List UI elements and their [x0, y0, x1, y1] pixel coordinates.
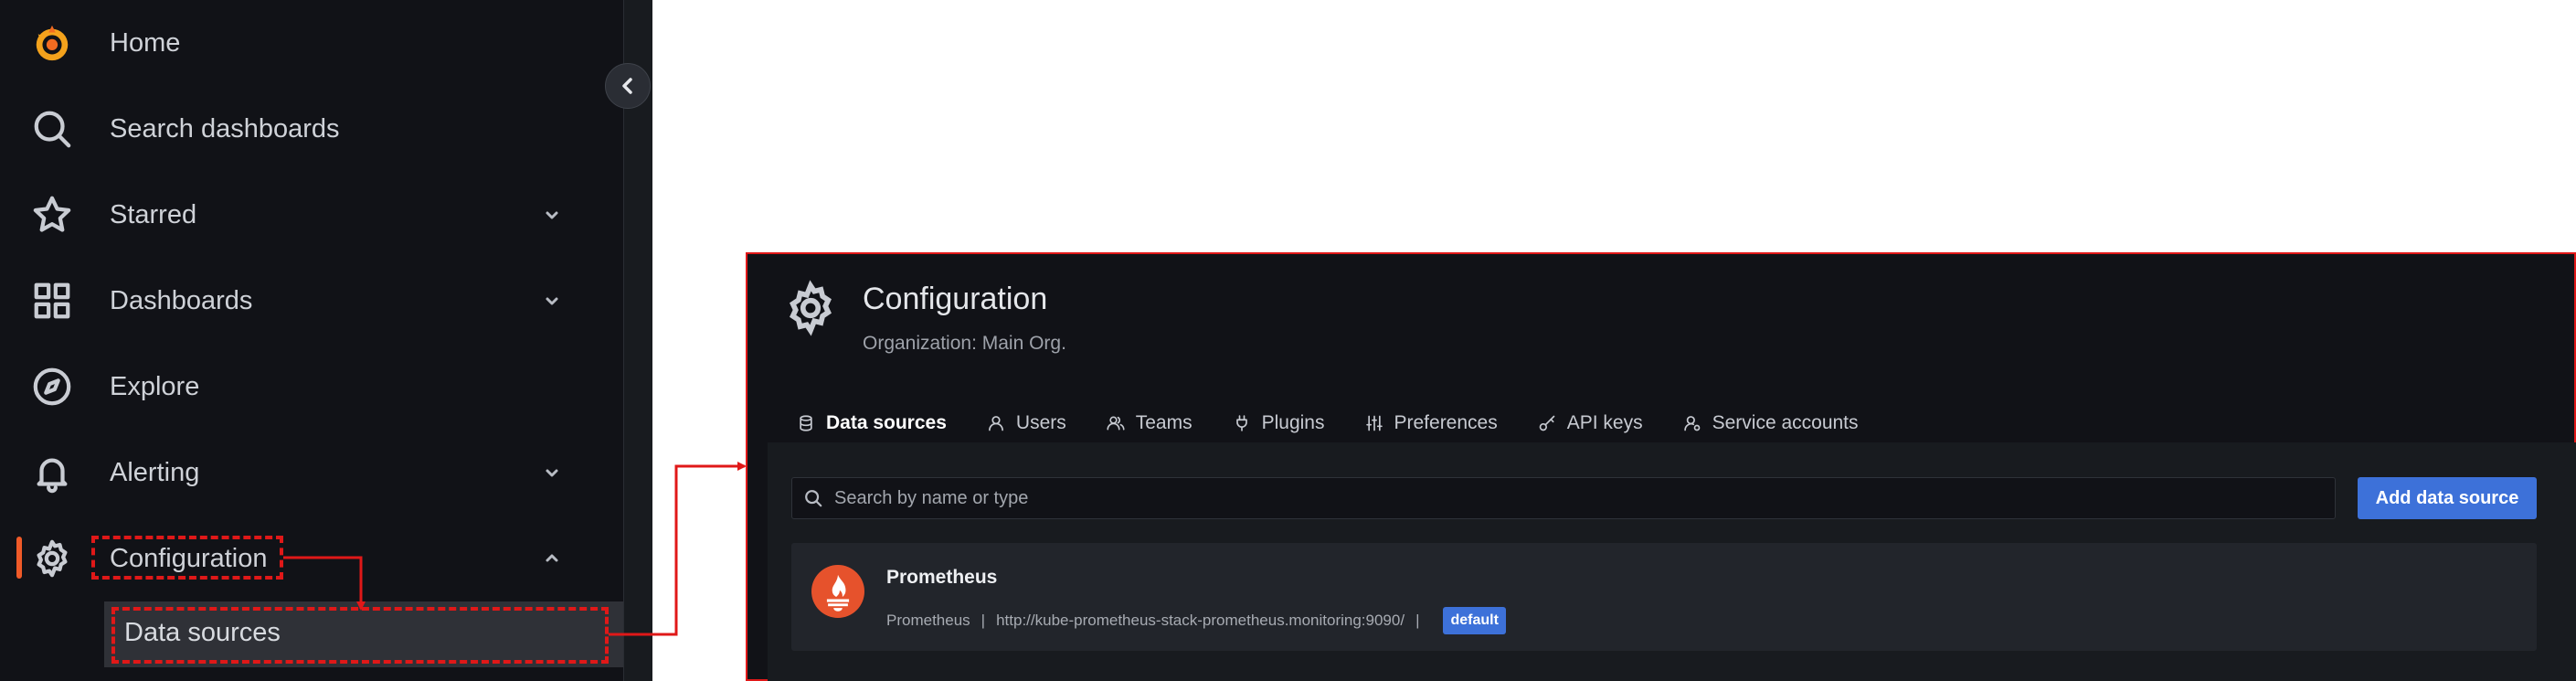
- search-input[interactable]: [834, 487, 2296, 509]
- add-data-source-button[interactable]: Add data source: [2358, 477, 2537, 519]
- tab-api-keys[interactable]: API keys: [1518, 402, 1663, 444]
- chevron-down-icon[interactable]: [541, 204, 563, 226]
- sidebar-item-label: Home: [110, 27, 181, 58]
- chevron-down-icon[interactable]: [541, 290, 563, 312]
- page-subtitle: Organization: Main Org.: [863, 333, 1066, 354]
- meta-separator: |: [981, 612, 986, 629]
- bell-icon: [29, 450, 75, 495]
- user-cog-icon: [1683, 416, 1700, 431]
- tab-service-accounts[interactable]: Service accounts: [1663, 402, 1879, 444]
- sidebar-item-home[interactable]: Home: [0, 0, 623, 86]
- search-icon: [29, 106, 75, 152]
- database-icon: [800, 415, 812, 431]
- datasource-name[interactable]: Prometheus: [886, 567, 997, 589]
- sidebar-item-label: Search dashboards: [110, 113, 340, 144]
- sidebar-item-label: Alerting: [110, 457, 200, 487]
- annotation-box-data-sources: [111, 607, 609, 664]
- tab-preferences[interactable]: Preferences: [1345, 402, 1518, 444]
- search-icon: [805, 490, 822, 507]
- data-sources-content: Add data source Prometheus Prometheus | …: [768, 442, 2576, 681]
- default-badge: default: [1443, 607, 1506, 634]
- sidebar-item-label: Dashboards: [110, 285, 253, 315]
- sidebar-item-label: Explore: [110, 371, 200, 401]
- datasource-type: Prometheus: [886, 612, 970, 629]
- tab-bar: Data sources Users Teams Plugins Prefere…: [777, 402, 1879, 448]
- tab-label: Data sources: [826, 412, 947, 433]
- chevron-left-icon: [622, 78, 632, 94]
- plug-icon: [1235, 415, 1247, 431]
- tab-label: Preferences: [1394, 412, 1498, 433]
- compass-icon: [29, 364, 75, 410]
- apps-icon: [29, 278, 75, 324]
- datasource-meta: Prometheus | http://kube-prometheus-stac…: [886, 607, 1506, 634]
- gear-icon: [29, 536, 75, 581]
- sidebar-item-dashboards[interactable]: Dashboards: [0, 258, 623, 344]
- tab-label: Plugins: [1261, 412, 1325, 433]
- page-title: Configuration: [863, 282, 1048, 316]
- tab-label: Service accounts: [1712, 412, 1859, 433]
- tab-teams[interactable]: Teams: [1087, 402, 1213, 444]
- tab-label: API keys: [1566, 412, 1643, 433]
- tab-data-sources[interactable]: Data sources: [777, 402, 967, 448]
- grafana-logo-icon: [29, 20, 75, 66]
- datasource-card-prometheus[interactable]: Prometheus Prometheus | http://kube-prom…: [791, 543, 2537, 651]
- sliders-icon: [1365, 415, 1383, 431]
- tab-label: Users: [1015, 412, 1066, 433]
- sidebar-item-label: Starred: [110, 199, 197, 229]
- user-icon: [988, 416, 1003, 431]
- annotation-box-configuration: [91, 536, 283, 580]
- sidebar-item-starred[interactable]: Starred: [0, 172, 623, 258]
- chevron-down-icon[interactable]: [541, 462, 563, 484]
- tab-users[interactable]: Users: [967, 402, 1087, 444]
- tab-plugins[interactable]: Plugins: [1213, 402, 1345, 444]
- sidebar-item-search[interactable]: Search dashboards: [0, 86, 623, 172]
- sidebar-collapse-button[interactable]: [605, 63, 651, 109]
- star-icon: [29, 192, 75, 238]
- sidebar: Home Search dashboards Starred Dashboard…: [0, 0, 652, 681]
- meta-separator: |: [1415, 612, 1420, 629]
- tab-label: Teams: [1135, 412, 1193, 433]
- search-box[interactable]: [791, 477, 2336, 519]
- datasource-url: http://kube-prometheus-stack-prometheus.…: [996, 612, 1405, 629]
- key-icon: [1539, 415, 1555, 431]
- configuration-panel: Configuration Organization: Main Org. Da…: [746, 252, 2576, 681]
- prometheus-logo-icon: [811, 565, 864, 618]
- gear-icon: [782, 280, 839, 336]
- users-icon: [1107, 416, 1125, 431]
- chevron-up-icon[interactable]: [541, 548, 563, 569]
- sidebar-item-alerting[interactable]: Alerting: [0, 430, 623, 516]
- sidebar-item-explore[interactable]: Explore: [0, 344, 623, 430]
